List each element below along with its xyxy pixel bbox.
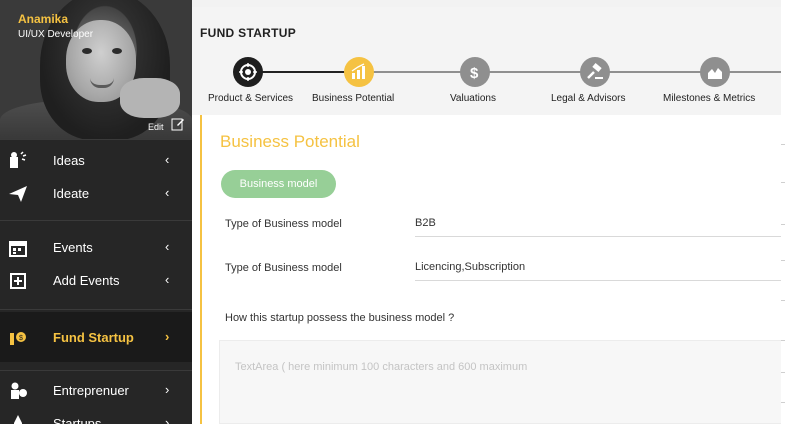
nav-group-ideas: Ideas ‹ Ideate ‹ (0, 139, 192, 210)
edge-tick (781, 300, 785, 301)
nav-group-events: Events ‹ Add Events ‹ (0, 220, 192, 297)
edge-tick (781, 340, 785, 341)
sidebar-item-startups[interactable]: Startups › (0, 407, 192, 424)
profile-photo-hand (120, 78, 180, 118)
page-title: FUND STARTUP (200, 26, 297, 40)
edit-icon[interactable] (171, 117, 185, 131)
chevron-right-icon: › (165, 415, 170, 424)
bar-chart-icon (351, 63, 365, 79)
step-label: Valuations (450, 93, 496, 104)
area-chart-icon (708, 68, 722, 79)
add-box-icon (10, 273, 26, 289)
business-model-pill[interactable]: Business model (221, 170, 336, 198)
section-title: Business Potential (220, 132, 360, 151)
chevron-right-icon: › (165, 329, 170, 344)
sidebar-item-label: Events (53, 240, 93, 255)
scroll-edge (781, 0, 785, 424)
ideas-icon (10, 151, 27, 168)
step-valuations[interactable]: $ (460, 57, 490, 87)
edge-tick (781, 260, 785, 261)
wizard-header: FUND STARTUP Product & Services Business… (192, 7, 781, 115)
profile-role: UI/UX Developer (18, 29, 94, 40)
sidebar-item-ideas[interactable]: Ideas ‹ (0, 144, 192, 177)
sidebar-item-add-events[interactable]: Add Events ‹ (0, 264, 192, 297)
sidebar-item-label: Ideas (53, 153, 85, 168)
sidebar-item-label: Entreprenuer (53, 383, 129, 398)
business-model-question: How this startup possess the business mo… (225, 312, 455, 324)
step-legal-advisors[interactable] (580, 57, 610, 87)
field-label-business-model-type: Type of Business model (225, 262, 342, 274)
step-label: Business Potential (312, 93, 395, 104)
chevron-left-icon: ‹ (165, 152, 170, 167)
sidebar-item-ideate[interactable]: Ideate ‹ (0, 177, 192, 210)
step-milestones-metrics[interactable] (700, 57, 730, 87)
step-label: Legal & Advisors (551, 93, 626, 104)
nav-group-people: Entreprenuer › Startups › (0, 370, 192, 424)
paper-plane-icon (9, 186, 27, 202)
profile-photo-eye (112, 48, 122, 54)
calendar-icon (9, 241, 27, 257)
profile-card: Anamika UI/UX Developer Edit (0, 0, 192, 139)
nav-group-fund: $ Fund Startup › (0, 309, 192, 362)
edge-tick (781, 402, 785, 403)
sidebar-item-label: Add Events (53, 273, 120, 288)
profile-photo-eye (82, 48, 92, 54)
chevron-right-icon: › (165, 382, 170, 397)
form-content: Business Potential Business model Type o… (200, 115, 783, 424)
sidebar-item-label: Ideate (53, 186, 90, 201)
step-business-potential[interactable] (344, 57, 374, 87)
rocket-icon (14, 415, 22, 424)
edge-tick (781, 144, 785, 145)
sidebar-item-entreprenuer[interactable]: Entreprenuer › (0, 374, 192, 407)
edge-tick (781, 224, 785, 225)
field-label-business-model-type: Type of Business model (225, 218, 342, 230)
chevron-left-icon: ‹ (165, 272, 170, 287)
edge-tick (781, 182, 785, 183)
business-model-type-value[interactable]: B2B (415, 213, 783, 237)
edge-tick (781, 372, 785, 373)
sidebar-item-events[interactable]: Events ‹ (0, 231, 192, 264)
chevron-left-icon: ‹ (165, 185, 170, 200)
svg-text:$: $ (470, 65, 479, 81)
sidebar: Anamika UI/UX Developer Edit Ideas ‹ Ide… (0, 0, 192, 424)
target-icon (239, 63, 257, 81)
dollar-icon: $ (470, 65, 479, 81)
money-hand-icon: $ (10, 332, 26, 345)
main-panel: FUND STARTUP Product & Services Business… (192, 0, 785, 424)
business-model-textarea[interactable] (219, 340, 783, 424)
top-strip (192, 0, 785, 7)
step-label: Milestones & Metrics (663, 93, 756, 104)
person-icon (11, 382, 27, 399)
sidebar-item-fund-startup[interactable]: $ Fund Startup › (0, 312, 192, 362)
chevron-left-icon: ‹ (165, 239, 170, 254)
sidebar-item-label: Startups (53, 416, 102, 424)
sidebar-item-label: Fund Startup (53, 330, 134, 345)
step-label: Product & Services (208, 93, 294, 104)
svg-text:$: $ (19, 335, 23, 342)
profile-name: Anamika (18, 12, 69, 26)
gavel-icon (587, 63, 603, 79)
step-product-services[interactable] (233, 57, 263, 87)
business-model-type-value[interactable]: Licencing,Subscription (415, 257, 783, 281)
edit-profile-link[interactable]: Edit (148, 122, 164, 132)
